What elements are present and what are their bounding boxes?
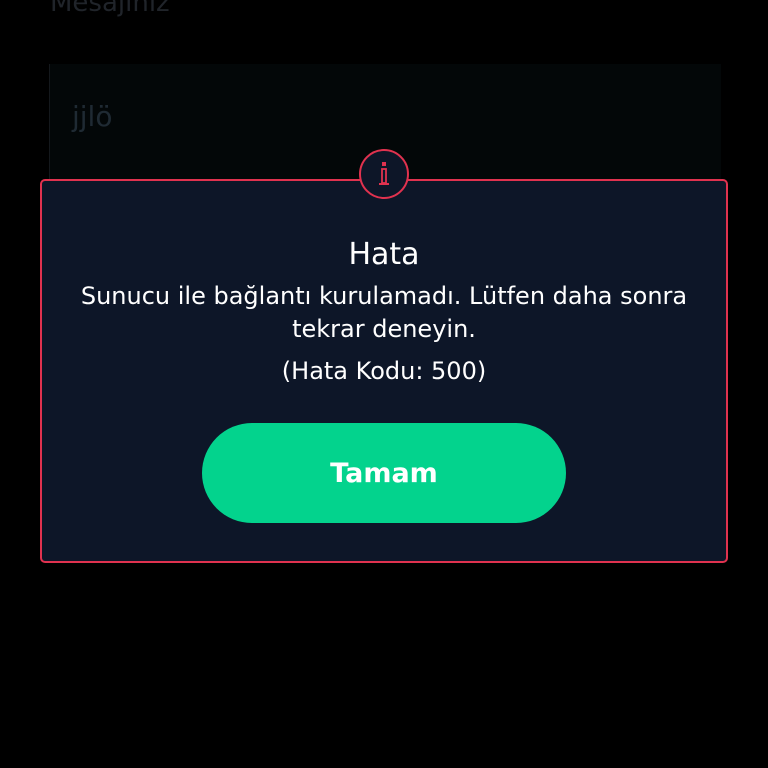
message-textarea-value: jjlö xyxy=(72,100,113,133)
dialog-message: Sunucu ile bağlantı kurulamadı. Lütfen d… xyxy=(80,282,688,343)
message-field-label: Mesajınız xyxy=(50,0,170,18)
info-icon-glyph xyxy=(379,162,389,185)
ok-button[interactable]: Tamam xyxy=(202,423,566,523)
dialog-title: Hata xyxy=(348,237,420,272)
ok-button-label: Tamam xyxy=(330,457,438,489)
page: Mesajınız jjlö Hata Sunucu ile bağlantı … xyxy=(0,0,768,768)
dialog-error-code: (Hata Kodu: 500) xyxy=(281,357,487,385)
info-icon xyxy=(359,149,409,199)
